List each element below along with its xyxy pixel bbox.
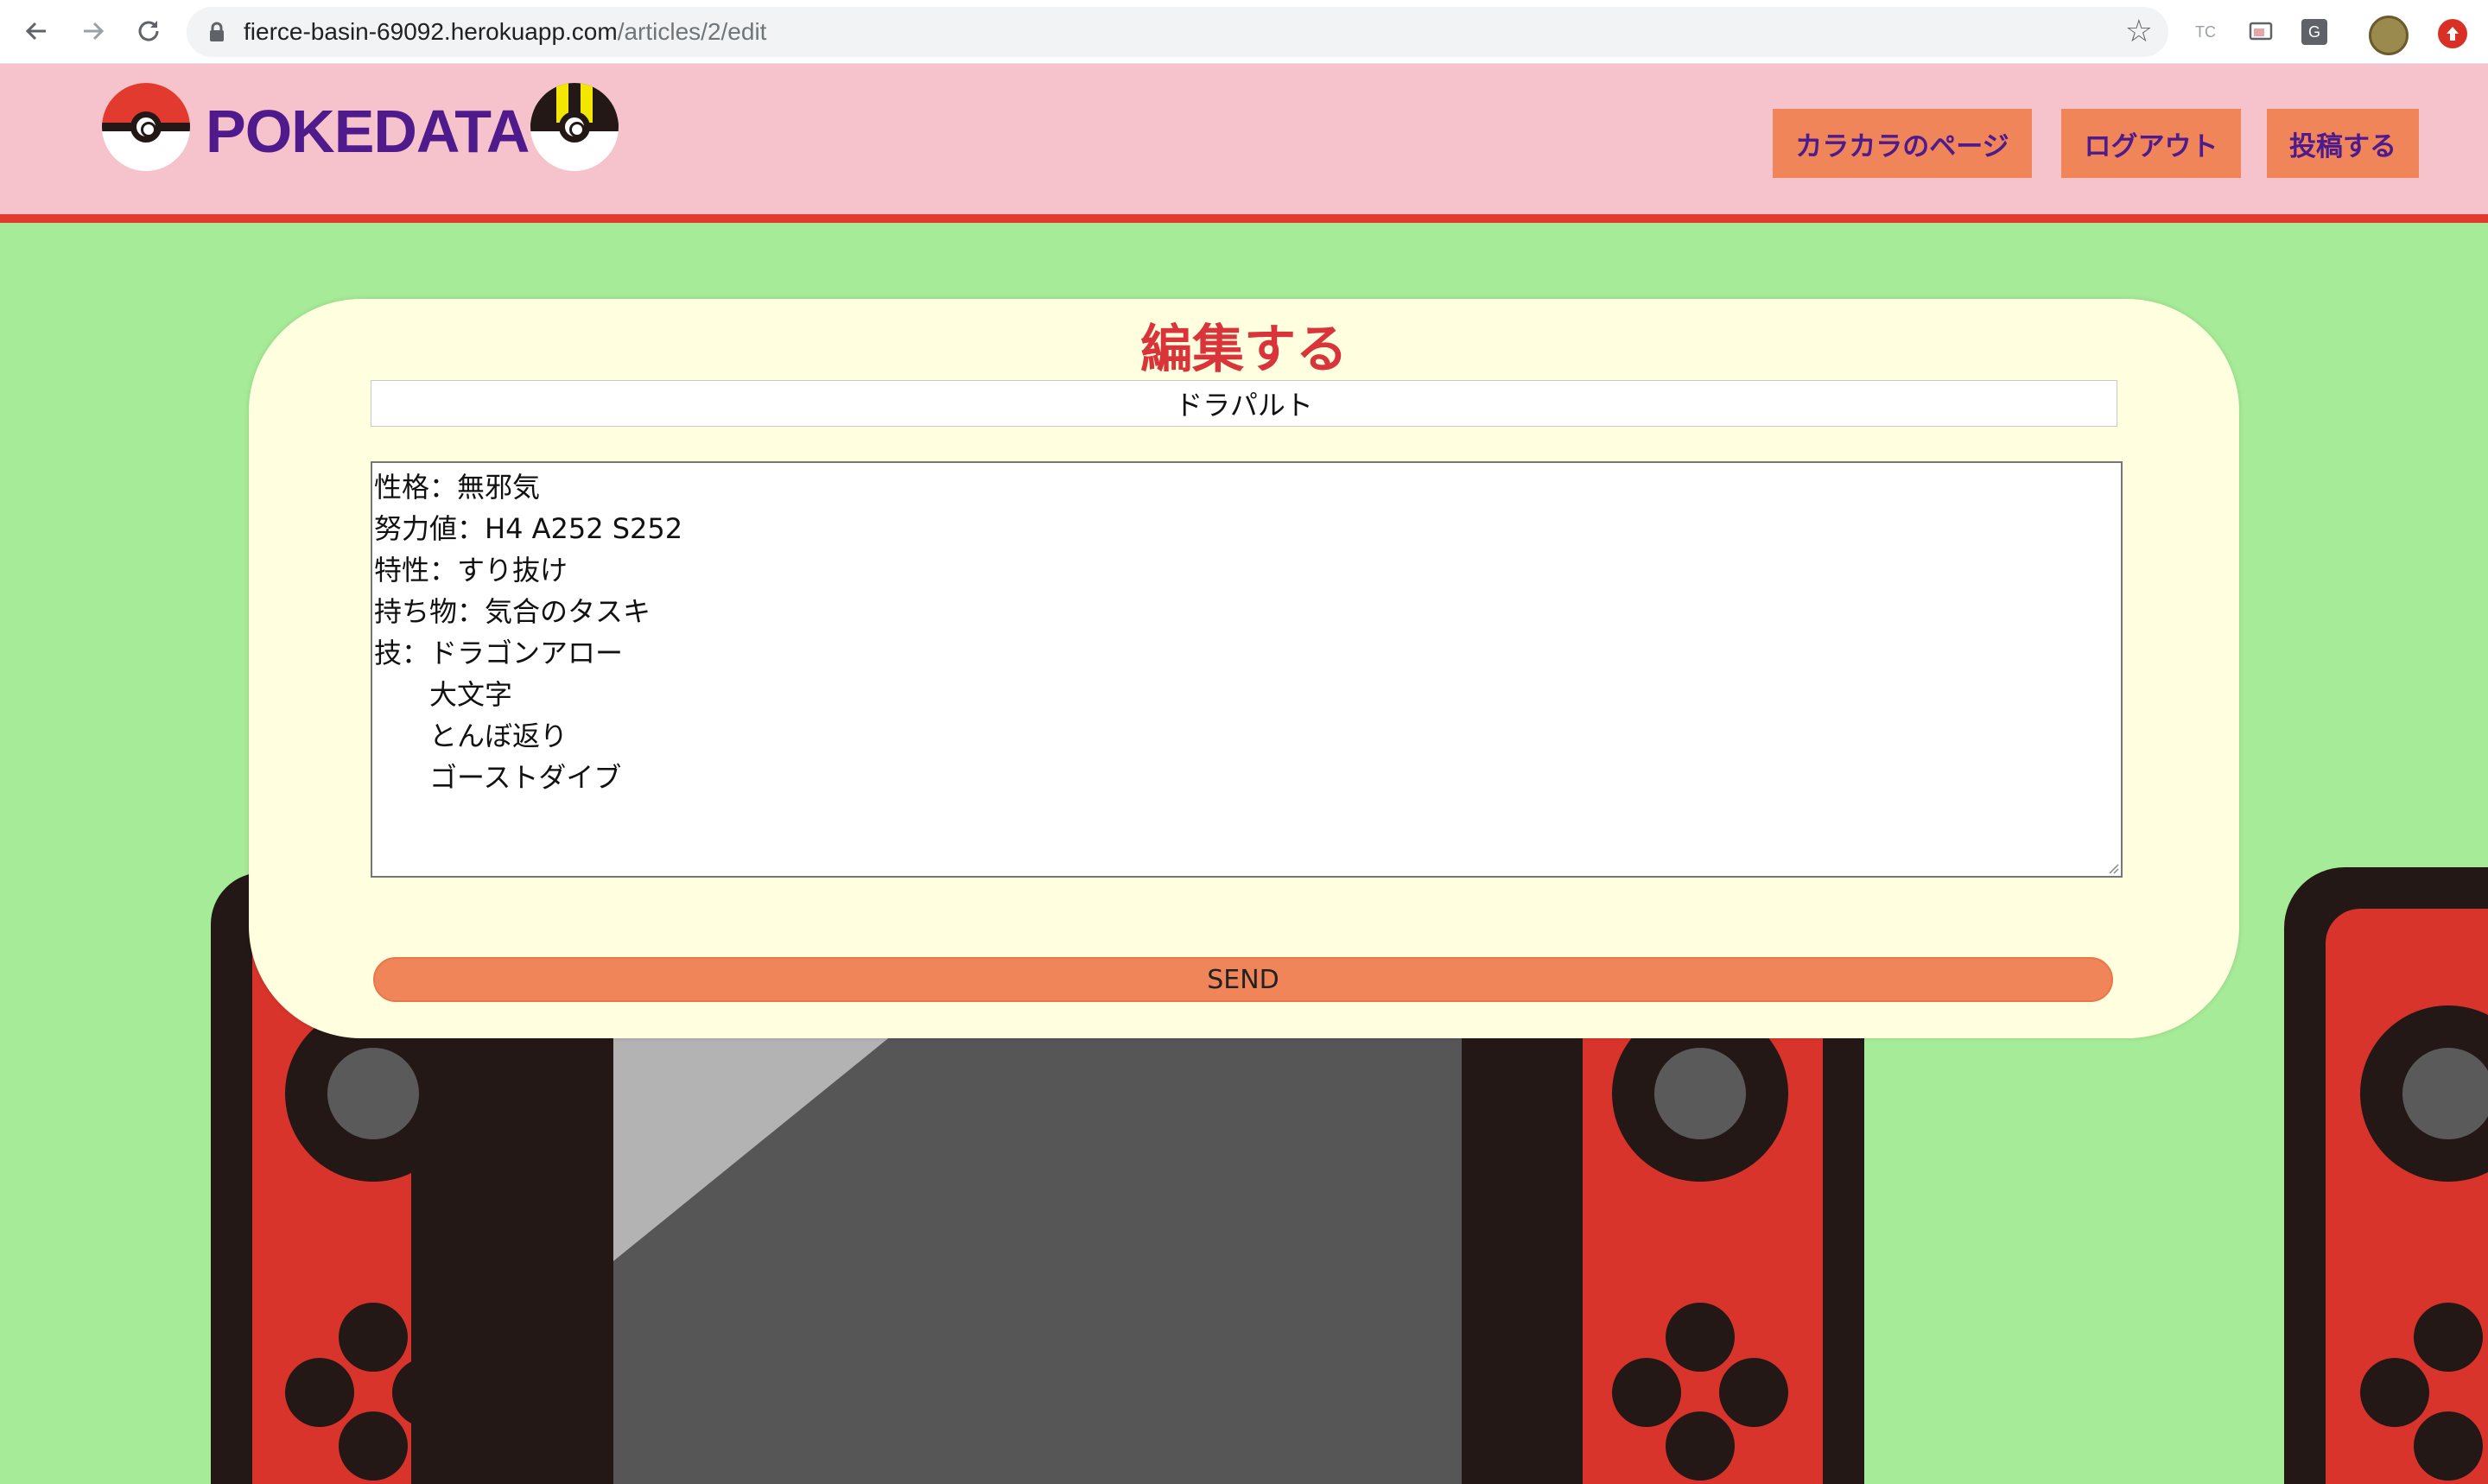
button-dot <box>1666 1303 1735 1372</box>
resize-handle-icon[interactable] <box>2105 860 2119 874</box>
browser-toolbar: fierce-basin-69092.herokuapp.com/article… <box>0 0 2488 64</box>
profile-avatar[interactable] <box>2369 16 2409 55</box>
bookmark-star-icon[interactable]: ☆ <box>2125 14 2153 49</box>
url-text: fierce-basin-69092.herokuapp.com/article… <box>244 7 766 57</box>
post-button[interactable]: 投稿する <box>2267 109 2419 178</box>
site-logo[interactable]: POKEDATA <box>206 97 530 166</box>
button-dot <box>339 1411 408 1481</box>
body-line: 性格：無邪気 <box>374 471 541 504</box>
extension-g-icon[interactable]: G <box>2301 19 2327 45</box>
cast-icon[interactable] <box>2246 17 2275 47</box>
console-bezel <box>1462 985 1583 1484</box>
body-line: 努力値：H4 A252 S252 <box>374 512 683 545</box>
address-bar[interactable]: fierce-basin-69092.herokuapp.com/article… <box>187 7 2168 57</box>
button-dot <box>1719 1358 1788 1427</box>
ultraball-icon[interactable] <box>530 83 619 171</box>
update-icon[interactable] <box>2438 19 2467 48</box>
body-line: ゴーストダイブ <box>374 761 622 794</box>
button-dot <box>339 1303 408 1372</box>
console-screen <box>613 1002 1462 1484</box>
send-button[interactable]: SEND <box>373 957 2113 1002</box>
back-icon[interactable] <box>17 12 55 50</box>
body-line: とんぼ返り <box>374 720 568 752</box>
console-bezel <box>1823 985 1864 1484</box>
page-title: 編集する <box>1140 320 1348 380</box>
button-dot <box>1612 1358 1681 1427</box>
url-path: /articles/2/edit <box>617 18 767 45</box>
reload-icon[interactable] <box>130 12 168 50</box>
lock-icon <box>210 22 224 41</box>
edit-form-card: 編集する 性格：無邪気 努力値：H4 A252 S252 特性：すり抜け 持ち物… <box>249 299 2239 1038</box>
logout-button[interactable]: ログアウト <box>2061 109 2241 178</box>
site-header: POKEDATA カラカラのページ ログアウト 投稿する <box>0 64 2488 223</box>
url-host: fierce-basin-69092.herokuapp.com <box>244 18 618 45</box>
extension-tc-icon[interactable]: TC <box>2191 17 2220 47</box>
button-dot <box>2360 1358 2429 1427</box>
body-textarea[interactable]: 性格：無邪気 努力値：H4 A252 S252 特性：すり抜け 持ち物：気合のタ… <box>371 461 2123 878</box>
button-dot <box>392 1358 461 1427</box>
button-dot <box>2414 1303 2483 1372</box>
title-input[interactable] <box>371 380 2117 427</box>
button-dot <box>2414 1411 2483 1481</box>
button-dot <box>1666 1411 1735 1481</box>
pokeball-icon[interactable] <box>102 83 190 171</box>
forward-icon[interactable] <box>74 12 112 50</box>
body-line: 特性：すり抜け <box>374 554 568 587</box>
mypage-button[interactable]: カラカラのページ <box>1773 109 2032 178</box>
body-line: 持ち物：気合のタスキ <box>374 595 651 628</box>
body-line: 大文字 <box>374 678 513 711</box>
body-line: 技：ドラゴンアロー <box>374 637 624 669</box>
button-dot <box>285 1358 354 1427</box>
